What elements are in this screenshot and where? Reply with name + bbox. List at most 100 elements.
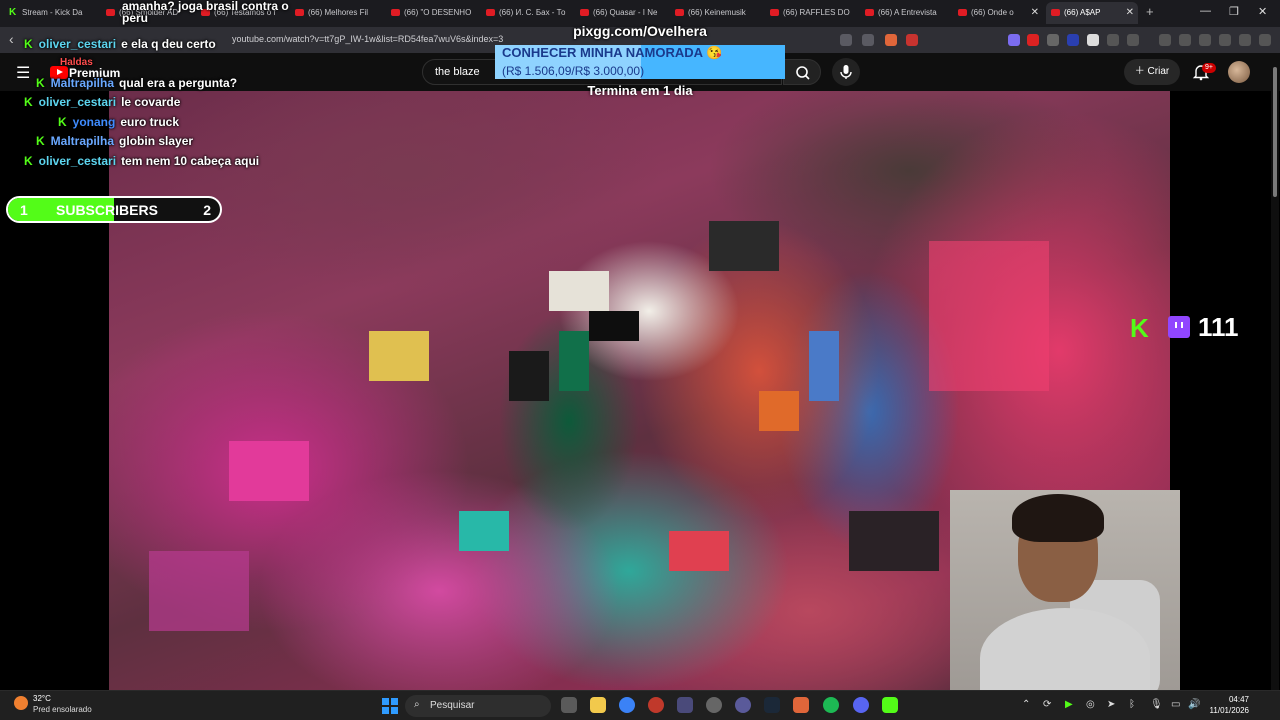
chrome-icon[interactable] — [619, 697, 635, 713]
hamburger-menu-icon[interactable]: ☰ — [16, 63, 30, 83]
play-icon[interactable]: ▶ — [1065, 699, 1073, 710]
start-button[interactable] — [382, 698, 398, 714]
create-label: Criar — [1147, 66, 1170, 77]
extension-icon[interactable] — [1127, 34, 1139, 46]
video-frame-block — [759, 391, 799, 431]
app-icon[interactable] — [735, 697, 751, 713]
browser-tab[interactable]: (66) RAFFLES DO — [765, 2, 861, 24]
wallet-icon[interactable] — [1199, 34, 1211, 46]
opera-icon[interactable] — [648, 697, 664, 713]
browser-tab[interactable]: (66) A Entrevista — [860, 2, 950, 24]
cast-icon[interactable] — [840, 34, 852, 46]
steam-icon[interactable] — [764, 697, 780, 713]
browser-tab-active[interactable]: (66) A$AP ✕ — [1046, 2, 1138, 24]
minimize-icon[interactable]: — — [1200, 5, 1211, 17]
media-icon[interactable] — [1159, 34, 1171, 46]
viewer-count: 111 — [1198, 312, 1239, 342]
video-frame-block — [929, 241, 1049, 391]
youtube-icon — [106, 9, 115, 16]
leo-icon[interactable] — [1219, 34, 1231, 46]
extension-icon[interactable] — [1008, 34, 1020, 46]
video-frame-block — [809, 331, 839, 401]
brave-rewards-icon[interactable] — [906, 34, 918, 46]
chevron-up-icon[interactable]: ⌃ — [1022, 699, 1030, 710]
search-icon — [796, 66, 810, 80]
close-window-icon[interactable]: ✕ — [1258, 5, 1267, 18]
new-tab-button[interactable]: + — [1146, 4, 1154, 19]
close-tab-icon[interactable]: ✕ — [1126, 2, 1134, 24]
kick-badge-icon: K — [36, 76, 45, 90]
vpn-icon[interactable] — [1239, 34, 1251, 46]
kick-app-icon[interactable] — [882, 697, 898, 713]
brave-icon[interactable] — [793, 697, 809, 713]
chat-username: Maltrapilha — [50, 134, 115, 148]
file-explorer-icon[interactable] — [590, 697, 606, 713]
back-arrow-icon[interactable]: ‹ — [9, 31, 14, 47]
youtube-icon — [770, 9, 779, 16]
scrollbar-thumb[interactable] — [1273, 67, 1277, 197]
sync-icon[interactable]: ⟳ — [1043, 699, 1051, 710]
create-button[interactable]: ＋ Criar — [1124, 59, 1180, 85]
puzzle-icon[interactable] — [1107, 34, 1119, 46]
spotify-icon[interactable] — [823, 697, 839, 713]
video-frame-block — [459, 511, 509, 551]
youtube-icon — [958, 9, 967, 16]
weather-description[interactable]: Pred ensolarado — [33, 705, 92, 714]
browser-tab[interactable]: (66) И. С. Бах - То — [481, 2, 577, 24]
page-scrollbar[interactable] — [1271, 53, 1279, 690]
search-button[interactable] — [783, 59, 821, 85]
chat-username: oliver_cestari — [38, 37, 117, 51]
browser-tab[interactable]: (66) Onde o ✕ — [953, 2, 1043, 24]
extension-icon[interactable] — [1067, 34, 1079, 46]
address-bar[interactable]: youtube.com/watch?v=tt7gP_IW-1w&list=RD5… — [232, 34, 503, 44]
app-icon[interactable] — [706, 697, 722, 713]
donation-goal-amount: (R$ 1.506,09/R$ 3.000,00) — [502, 64, 645, 78]
close-tab-icon[interactable]: ✕ — [1031, 2, 1039, 24]
subscriber-goal-label: SUBSCRIBERS — [56, 202, 158, 218]
tab-label: (66) И. С. Бах - То — [499, 8, 566, 17]
youtube-icon — [391, 9, 400, 16]
avatar[interactable] — [1228, 61, 1250, 83]
sidebar-icon[interactable] — [1179, 34, 1191, 46]
microphone-icon[interactable]: 🎙 — [1150, 699, 1163, 710]
app-icon[interactable] — [677, 697, 693, 713]
menu-icon[interactable] — [1259, 34, 1271, 46]
extension-icon[interactable] — [1027, 34, 1039, 46]
kick-badge-icon: K — [24, 154, 33, 168]
subscriber-goal-bar: 1 SUBSCRIBERS 2 — [6, 196, 222, 223]
network-icon[interactable]: ▭ — [1171, 699, 1180, 710]
plus-icon: ＋ — [1134, 66, 1148, 77]
chat-username: yonang — [72, 115, 116, 129]
browser-tab[interactable]: (66) Melhores Fil — [290, 2, 386, 24]
kick-icon: K — [9, 7, 17, 18]
share-icon[interactable] — [862, 34, 874, 46]
extension-icon[interactable] — [1047, 34, 1059, 46]
task-view-icon[interactable] — [561, 697, 577, 713]
tray-icon[interactable]: ➤ — [1107, 699, 1115, 710]
clock-time: 04:47 — [1228, 695, 1249, 704]
streamer-webcam — [950, 490, 1180, 690]
bluetooth-icon[interactable]: ᛒ — [1129, 699, 1135, 710]
volume-icon[interactable]: 🔊 — [1188, 699, 1200, 710]
maximize-icon[interactable]: ❐ — [1229, 5, 1239, 18]
chat-message: Kyonang euro truck — [58, 115, 179, 129]
weather-temperature[interactable]: 32°C — [33, 694, 51, 703]
webcam-hair — [1012, 494, 1104, 542]
discord-icon[interactable] — [853, 697, 869, 713]
kick-badge-icon: K — [58, 115, 67, 129]
chat-message-continued: amanha? joga brasil contra o peru — [122, 0, 289, 25]
browser-tab[interactable]: K Stream - Kick Da — [4, 2, 100, 24]
voice-search-button[interactable] — [832, 58, 860, 86]
taskbar-search[interactable]: ⌕ Pesquisar — [405, 695, 551, 717]
extension-icon[interactable] — [1087, 34, 1099, 46]
tray-icon[interactable]: ◎ — [1086, 699, 1095, 710]
browser-tab[interactable]: (66) Keinemusik — [670, 2, 760, 24]
subscriber-goal-target: 2 — [203, 202, 211, 218]
video-frame-block — [549, 271, 609, 311]
tab-label: (66) RAFFLES DO — [783, 8, 850, 17]
system-clock[interactable]: 04:47 11/01/2026 — [1205, 694, 1249, 716]
browser-tab[interactable]: (66) "O DESENHO — [386, 2, 482, 24]
browser-tab[interactable]: (66) Quasar - I Ne — [575, 2, 663, 24]
weather-sun-icon[interactable] — [14, 696, 28, 710]
brave-shield-icon[interactable] — [885, 34, 897, 46]
